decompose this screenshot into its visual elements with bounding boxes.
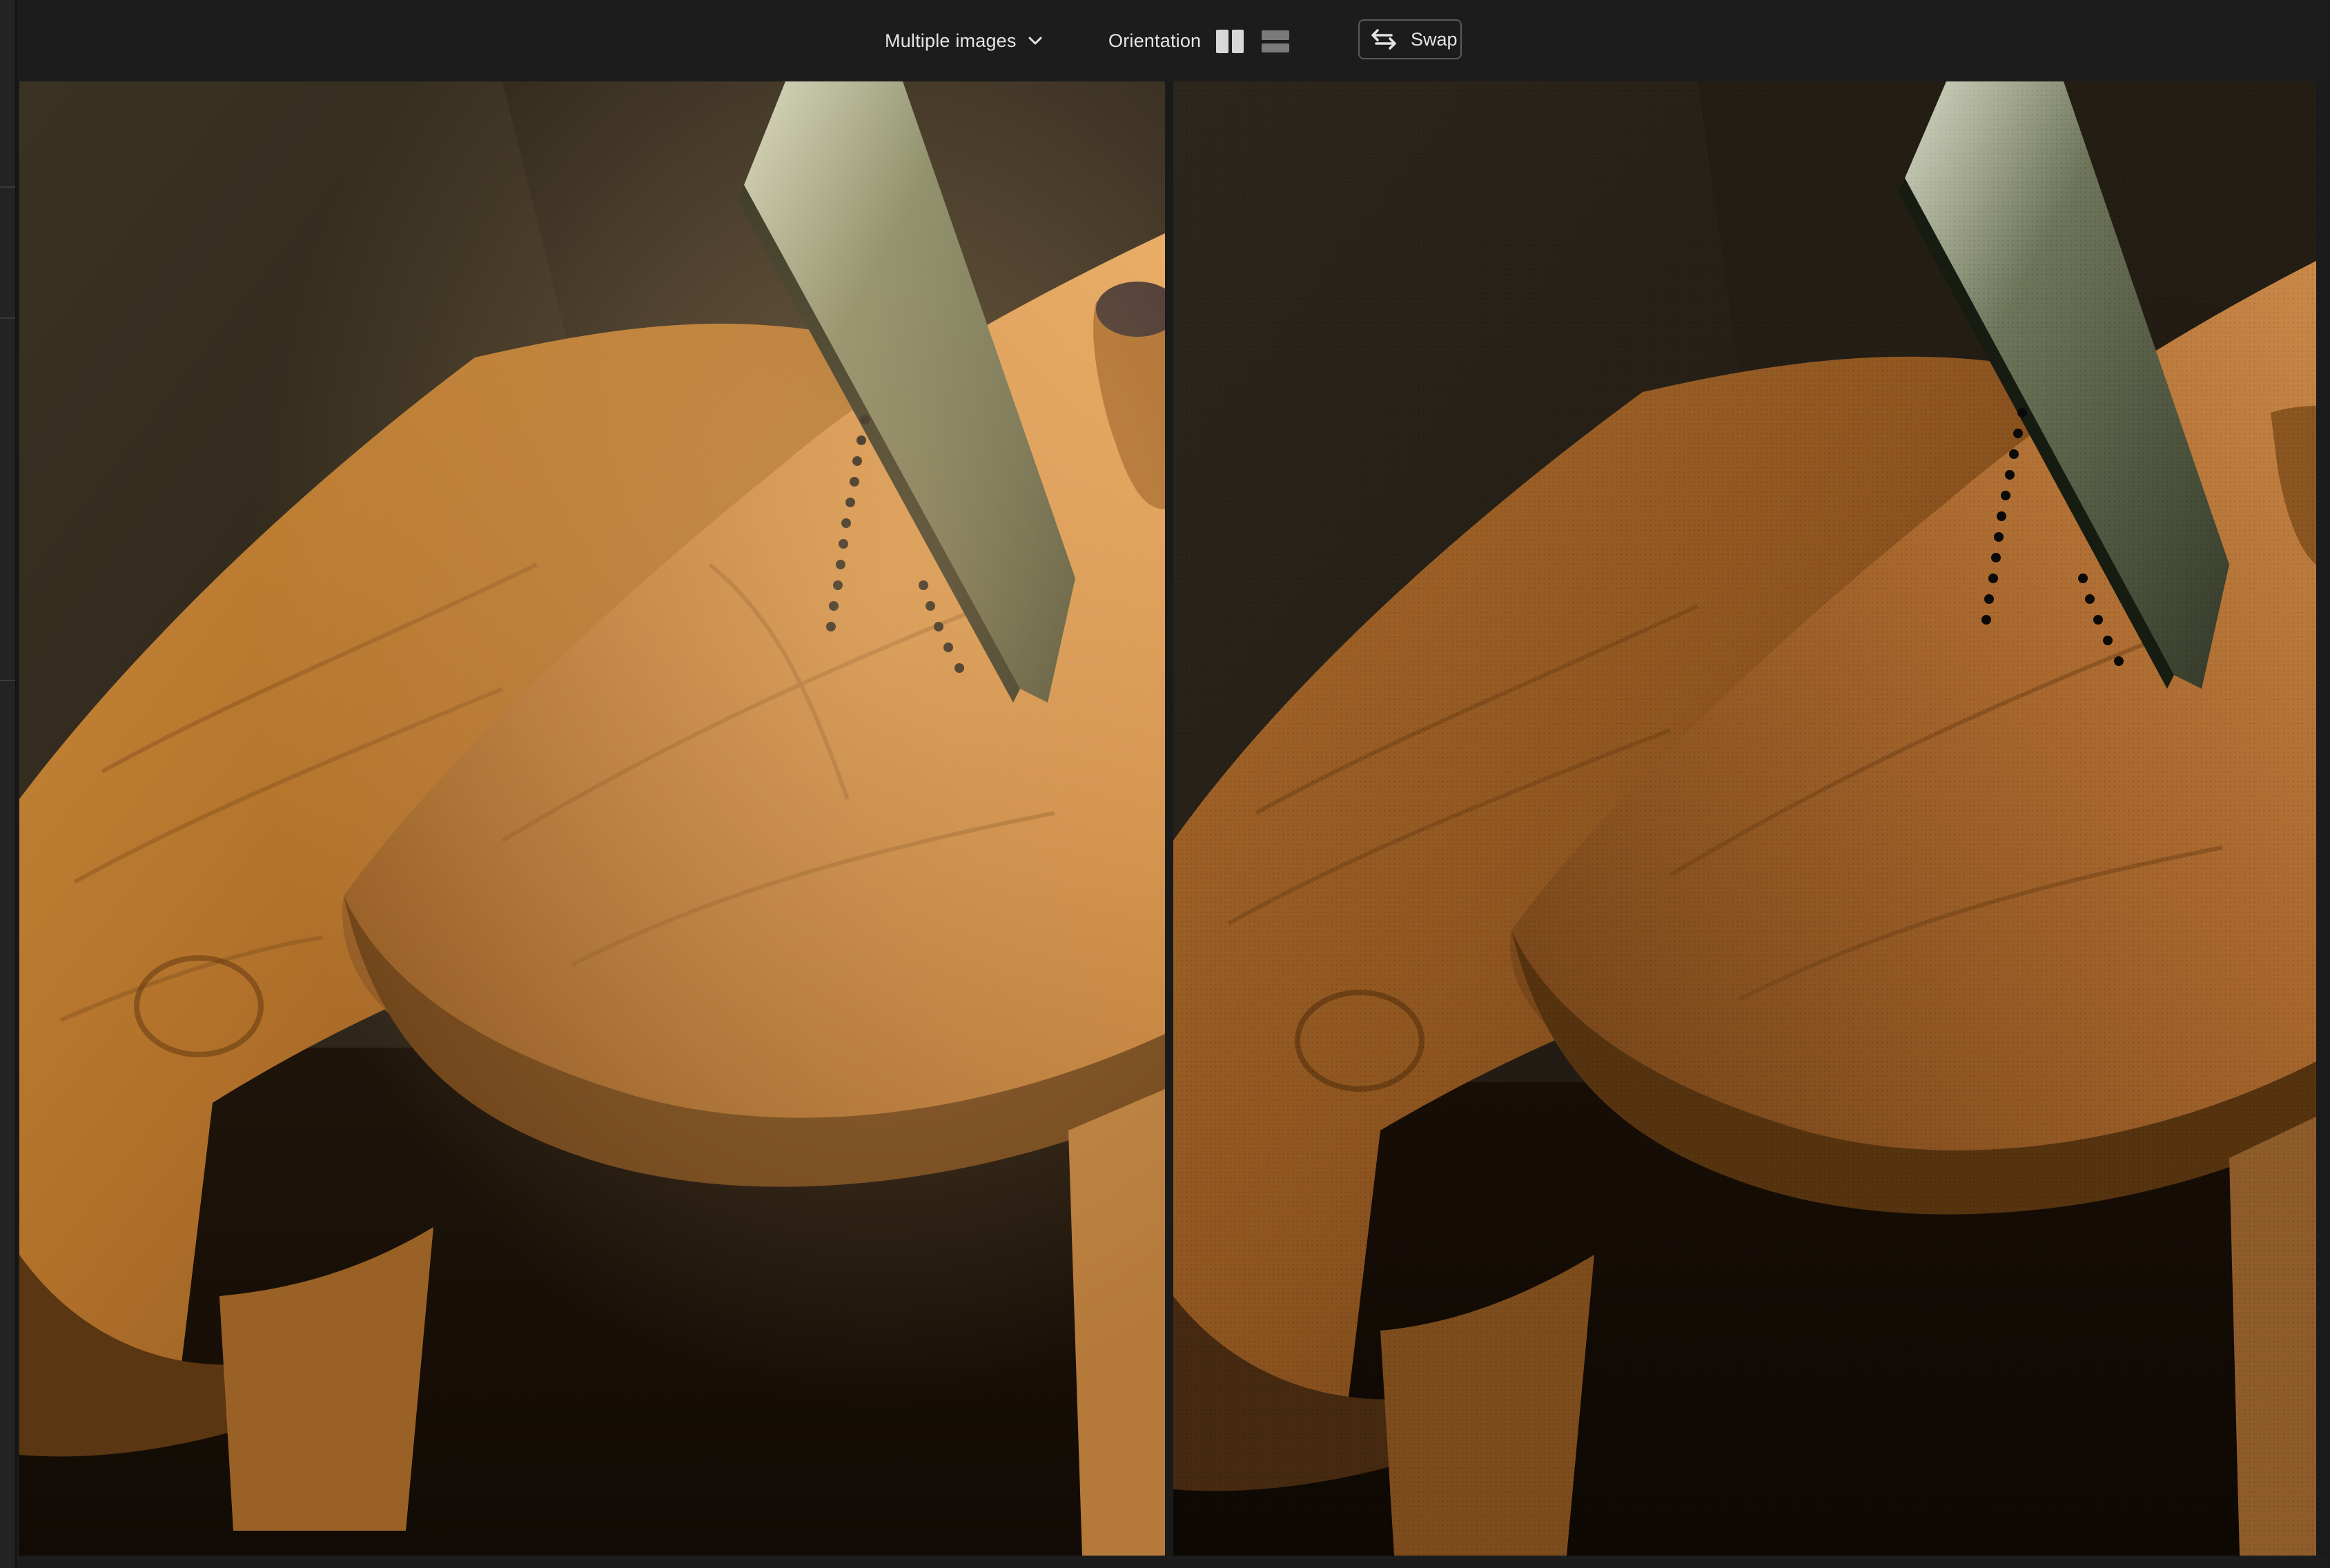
bottom-edge bbox=[17, 1556, 2330, 1568]
compare-toolbar: Multiple images Orientation Swap bbox=[17, 0, 2330, 81]
orientation-stacked-button[interactable] bbox=[1262, 30, 1289, 52]
swap-label: Swap bbox=[1411, 28, 1458, 50]
stacked-icon bbox=[1262, 30, 1289, 40]
photo-wooden-table-right bbox=[1173, 81, 2316, 1556]
compare-view: Multiple images Orientation Swap bbox=[0, 0, 2330, 1568]
swap-arrows-icon bbox=[1371, 29, 1396, 50]
panel-divider bbox=[0, 680, 15, 681]
orientation-side-by-side-button[interactable] bbox=[1216, 30, 1244, 53]
compare-mode-dropdown[interactable]: Multiple images bbox=[885, 0, 1043, 81]
image-pane-right[interactable] bbox=[1173, 81, 2316, 1556]
chevron-down-icon bbox=[1028, 37, 1042, 45]
orientation-label: Orientation bbox=[1108, 30, 1202, 51]
image-pane-left[interactable] bbox=[19, 81, 1165, 1556]
panel-divider bbox=[0, 186, 15, 188]
panel-divider bbox=[0, 317, 15, 319]
compare-mode-label: Multiple images bbox=[885, 30, 1017, 51]
side-by-side-icon bbox=[1216, 30, 1228, 53]
left-panel-edge bbox=[0, 0, 17, 1568]
side-by-side-icon bbox=[1231, 30, 1244, 53]
swap-button[interactable]: Swap bbox=[1358, 19, 1462, 59]
stacked-icon bbox=[1262, 43, 1289, 52]
photo-wooden-table-left bbox=[19, 81, 1165, 1556]
